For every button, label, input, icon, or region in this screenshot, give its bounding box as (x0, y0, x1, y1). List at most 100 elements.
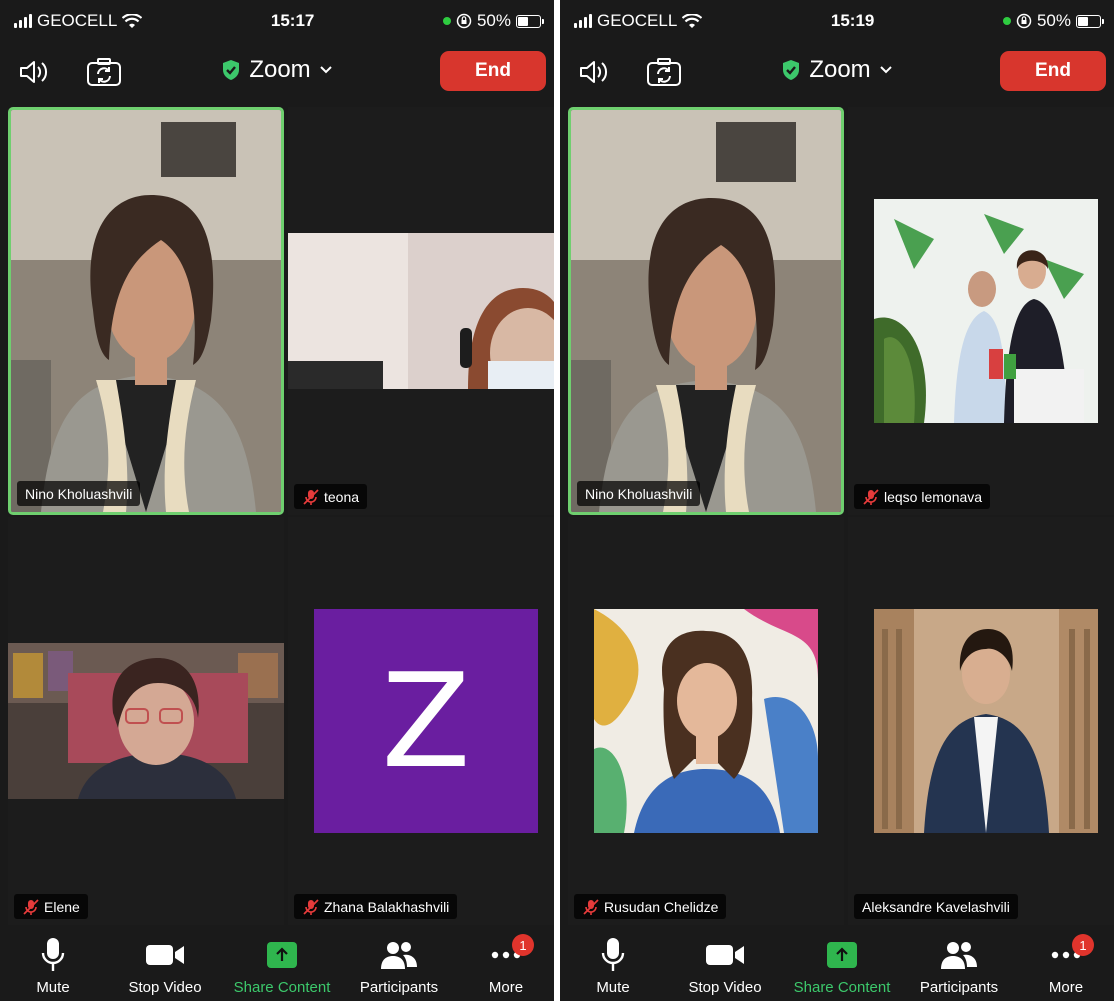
participant-name: leqso lemonava (884, 488, 983, 505)
mute-label: Mute (596, 979, 630, 996)
shield-check-icon (783, 60, 800, 80)
meeting-title[interactable]: Zoom (197, 56, 357, 84)
orientation-lock-icon (456, 13, 472, 29)
battery-percent: 50% (476, 11, 511, 30)
participant-video (11, 110, 281, 512)
microphone-icon (41, 938, 65, 971)
share-content-button[interactable]: Share Content (792, 936, 892, 996)
share-arrow-icon (267, 942, 297, 968)
status-bar: GEOCELL 15:19 50% (560, 0, 1114, 42)
carrier-label: GEOCELL (37, 11, 118, 30)
video-tile[interactable]: teona (288, 107, 554, 515)
notification-badge: 1 (1072, 934, 1094, 956)
stop-video-label: Stop Video (128, 979, 202, 996)
end-button[interactable]: End (1000, 51, 1106, 91)
participant-avatar: Z (314, 609, 538, 833)
participant-name-tag: Elene (14, 894, 88, 919)
participant-name: Nino Kholuashvili (25, 485, 133, 502)
participant-name-tag: Aleksandre Kavelashvili (854, 894, 1018, 919)
end-button[interactable]: End (440, 51, 546, 91)
notification-badge: 1 (512, 934, 534, 956)
participant-name: teona (324, 488, 360, 505)
meeting-header: Zoom End (0, 42, 554, 104)
mic-muted-icon (302, 898, 320, 916)
signal-icon (14, 14, 32, 28)
participant-name-tag: Nino Kholuashvili (17, 481, 141, 506)
carrier-label: GEOCELL (597, 11, 678, 30)
chevron-down-icon (879, 66, 892, 74)
orientation-lock-icon (1016, 13, 1032, 29)
chevron-down-icon (319, 66, 332, 74)
mic-in-use-dot (1002, 17, 1011, 25)
participant-name-tag: Nino Kholuashvili (577, 481, 701, 506)
zoom-screen-left: GEOCELL 15:17 50% Zoom End Nino Kholuash… (0, 0, 554, 1001)
share-content-button[interactable]: Share Content (232, 936, 332, 996)
participant-video (571, 110, 841, 512)
wifi-icon (682, 13, 703, 28)
video-tile[interactable]: Elene (8, 517, 284, 925)
more-button[interactable]: 1 More (466, 934, 546, 996)
video-tile-active-speaker[interactable]: Nino Kholuashvili (568, 107, 844, 515)
clock: 15:19 (830, 11, 875, 30)
stop-video-label: Stop Video (688, 979, 762, 996)
participants-icon (941, 942, 977, 969)
video-tile[interactable]: Rusudan Chelidze (568, 517, 844, 925)
more-button[interactable]: 1 More (1026, 934, 1106, 996)
stop-video-button[interactable]: Stop Video (675, 936, 775, 996)
status-bar: GEOCELL 15:17 50% (0, 0, 554, 42)
more-label: More (1048, 979, 1084, 996)
signal-icon (574, 14, 592, 28)
participant-name: Aleksandre Kavelashvili (862, 898, 1010, 915)
participants-button[interactable]: Participants (349, 936, 449, 996)
clock: 15:17 (270, 11, 315, 30)
participant-photo (874, 609, 1098, 833)
participant-video (288, 233, 554, 389)
video-tile[interactable]: Z Zhana Balakhashvili (288, 517, 554, 925)
participant-video (8, 643, 284, 799)
participants-label: Participants (359, 979, 439, 996)
participants-icon (381, 942, 417, 969)
wifi-icon (122, 13, 143, 28)
video-tile[interactable]: Aleksandre Kavelashvili (848, 517, 1114, 925)
video-camera-icon (146, 945, 184, 965)
share-content-label: Share Content (793, 979, 891, 996)
participant-name: Nino Kholuashvili (585, 485, 693, 502)
share-content-label: Share Content (233, 979, 331, 996)
mic-muted-icon (862, 488, 880, 506)
zoom-screen-right: GEOCELL 15:19 50% Zoom End Nino Kholuash… (560, 0, 1114, 1001)
participant-name: Rusudan Chelidze (604, 898, 719, 915)
battery-percent: 50% (1036, 11, 1071, 30)
camera-flip-icon[interactable] (644, 52, 684, 92)
battery-icon (515, 14, 544, 28)
participant-name-tag: leqso lemonava (854, 484, 991, 509)
mic-in-use-dot (442, 17, 451, 25)
participant-photo (874, 199, 1098, 423)
meeting-header: Zoom End (560, 42, 1114, 104)
microphone-icon (601, 938, 625, 971)
meeting-toolbar: Mute Stop Video Share Content Participan… (0, 930, 554, 1001)
participants-button[interactable]: Participants (909, 936, 1009, 996)
participant-name: Elene (44, 898, 80, 915)
mute-button[interactable]: Mute (8, 936, 98, 996)
battery-icon (1075, 14, 1104, 28)
participant-photo (594, 609, 818, 833)
video-tile-active-speaker[interactable]: Nino Kholuashvili (8, 107, 284, 515)
more-label: More (488, 979, 524, 996)
video-tile[interactable]: leqso lemonava (848, 107, 1114, 515)
shield-check-icon (223, 60, 240, 80)
mute-button[interactable]: Mute (568, 936, 658, 996)
share-arrow-icon (827, 942, 857, 968)
participant-name-tag: Zhana Balakhashvili (294, 894, 458, 919)
mic-muted-icon (582, 898, 600, 916)
stop-video-button[interactable]: Stop Video (115, 936, 215, 996)
meeting-toolbar: Mute Stop Video Share Content Participan… (560, 930, 1114, 1001)
participant-name-tag: teona (294, 484, 368, 509)
mic-muted-icon (302, 488, 320, 506)
speaker-icon[interactable] (574, 52, 614, 92)
mute-label: Mute (36, 979, 70, 996)
mic-muted-icon (22, 898, 40, 916)
meeting-title[interactable]: Zoom (757, 56, 917, 84)
participants-label: Participants (919, 979, 999, 996)
speaker-icon[interactable] (14, 52, 54, 92)
camera-flip-icon[interactable] (84, 52, 124, 92)
